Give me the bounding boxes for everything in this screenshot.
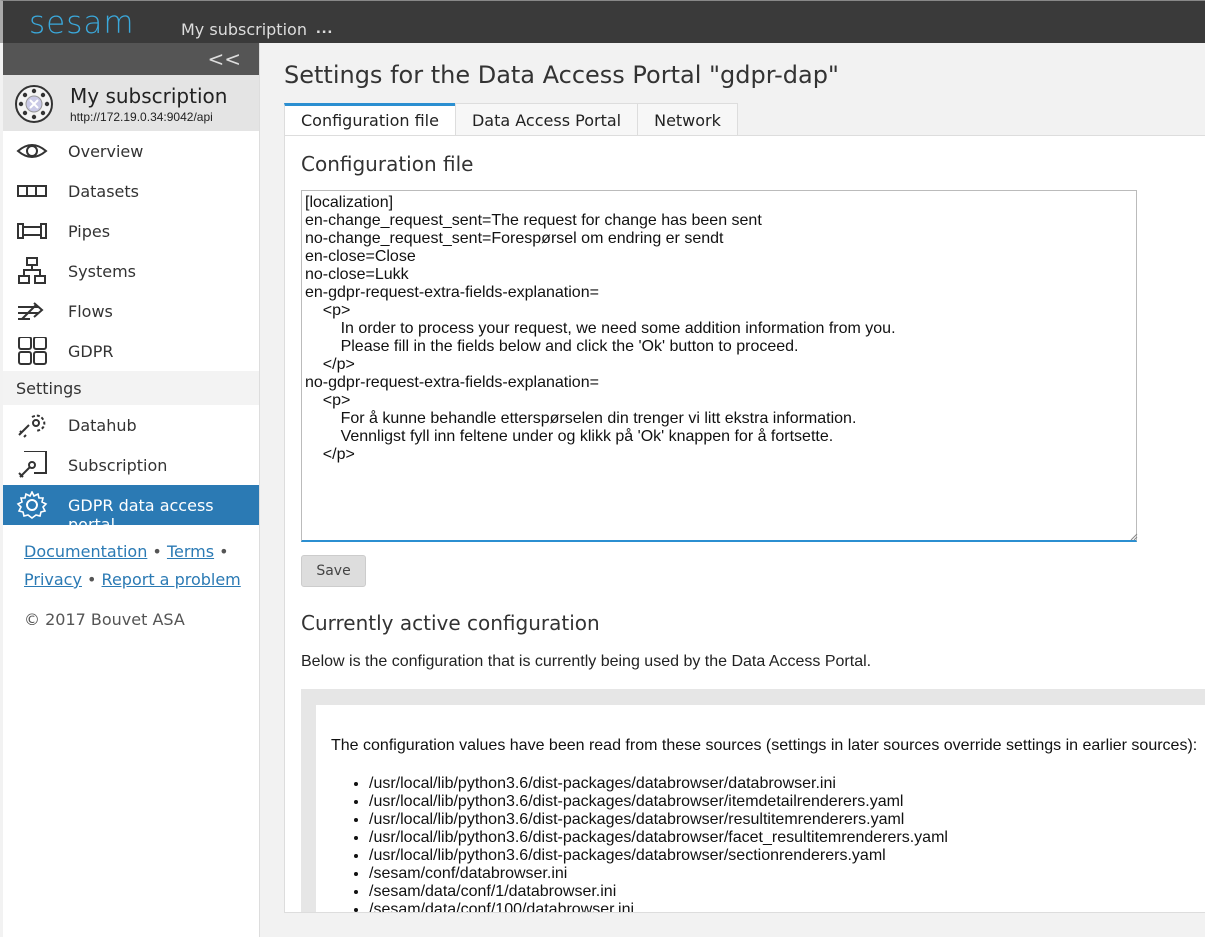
report-problem-link[interactable]: Report a problem [102,570,241,589]
active-config-description: Below is the configuration that is curre… [301,653,872,670]
page-title: Settings for the Data Access Portal "gdp… [284,61,839,89]
list-item: /usr/local/lib/python3.6/dist-packages/d… [369,829,1205,847]
sidebar-item-datasets[interactable]: Datasets [3,171,259,211]
gear-icon [16,491,48,519]
list-item: /usr/local/lib/python3.6/dist-packages/d… [369,775,1205,793]
eye-icon [16,144,48,158]
sidebar-item-pipes[interactable]: Pipes [3,211,259,251]
sidebar: << My subscription http://172.19.0.34:90… [3,43,260,937]
documentation-link[interactable]: Documentation [24,542,147,561]
sidebar-item-label: Datahub [68,416,137,435]
active-config-heading: Currently active configuration [301,611,600,635]
datahub-icon [18,414,46,438]
list-item: /sesam/data/conf/1/databrowser.ini [369,883,1205,901]
config-textarea[interactable]: [localization] en-change_request_sent=Th… [301,190,1137,542]
flows-icon [18,302,44,320]
systems-icon [18,257,46,284]
sidebar-item-label: Overview [68,142,144,161]
settings-label: Settings [16,379,82,398]
sesam-logo[interactable]: sesam [29,5,135,41]
sources-list: /usr/local/lib/python3.6/dist-packages/d… [369,775,1205,912]
list-item: /sesam/data/conf/100/databrowser.ini [369,901,1205,912]
config-heading: Configuration file [301,152,474,176]
sidebar-item-label: Flows [68,302,113,321]
main-content: Settings for the Data Access Portal "gdp… [260,43,1205,937]
settings-section-label: Settings [3,371,259,405]
tab-panel: Configuration file [localization] en-cha… [284,135,1205,913]
active-config-box: The configuration values have been read … [301,689,1205,912]
subscription-icon [18,451,47,478]
save-button[interactable]: Save [301,555,366,587]
sidebar-item-gdpr[interactable]: GDPR [3,331,259,371]
tab-data-access-portal[interactable]: Data Access Portal [454,103,639,135]
subscription-header[interactable]: My subscription http://172.19.0.34:9042/… [3,75,259,131]
sidebar-collapse-bar: << [3,43,259,75]
footer-links: Documentation • Terms • Privacy • Report… [24,542,241,589]
subscription-avatar-icon [15,85,53,123]
pipes-icon [17,223,47,239]
sidebar-item-label: GDPR data access portal [68,496,214,534]
sidebar-item-label: Systems [68,262,136,281]
list-item: /usr/local/lib/python3.6/dist-packages/d… [369,847,1205,865]
active-config-content: The configuration values have been read … [316,705,1205,912]
sources-intro: The configuration values have been read … [331,737,1198,754]
tab-configuration-file[interactable]: Configuration file [284,103,456,135]
copyright: © 2017 Bouvet ASA [24,610,185,629]
grid-icon [18,337,47,365]
sidebar-item-systems[interactable]: Systems [3,251,259,291]
tab-bar: Configuration file Data Access Portal Ne… [284,103,738,135]
list-item: /usr/local/lib/python3.6/dist-packages/d… [369,811,1205,829]
breadcrumb-subscription[interactable]: My subscription [181,20,307,39]
tab-network[interactable]: Network [637,103,738,135]
collapse-icon[interactable]: << [207,47,241,71]
sidebar-item-label: Subscription [68,456,168,475]
sidebar-item-label: Pipes [68,222,111,241]
sidebar-item-subscription[interactable]: Subscription [3,445,259,485]
more-menu-button[interactable]: ... [316,18,333,38]
list-item: /usr/local/lib/python3.6/dist-packages/d… [369,793,1205,811]
list-item: /sesam/conf/databrowser.ini [369,865,1205,883]
top-bar: sesam My subscription ... [0,0,1205,43]
subscription-url: http://172.19.0.34:9042/api [70,110,213,124]
sidebar-item-gdpr-data-access-portal[interactable]: GDPR data access portal [3,485,259,534]
datasets-icon [17,185,47,197]
sidebar-item-overview[interactable]: Overview [3,131,259,171]
sidebar-item-label: GDPR [68,342,114,361]
resize-handle-icon[interactable] [1128,531,1138,541]
terms-link[interactable]: Terms [167,542,214,561]
sidebar-item-datahub[interactable]: Datahub [3,405,259,445]
sidebar-item-label: Datasets [68,182,139,201]
privacy-link[interactable]: Privacy [24,570,82,589]
sidebar-item-flows[interactable]: Flows [3,291,259,331]
subscription-title: My subscription [70,84,228,108]
